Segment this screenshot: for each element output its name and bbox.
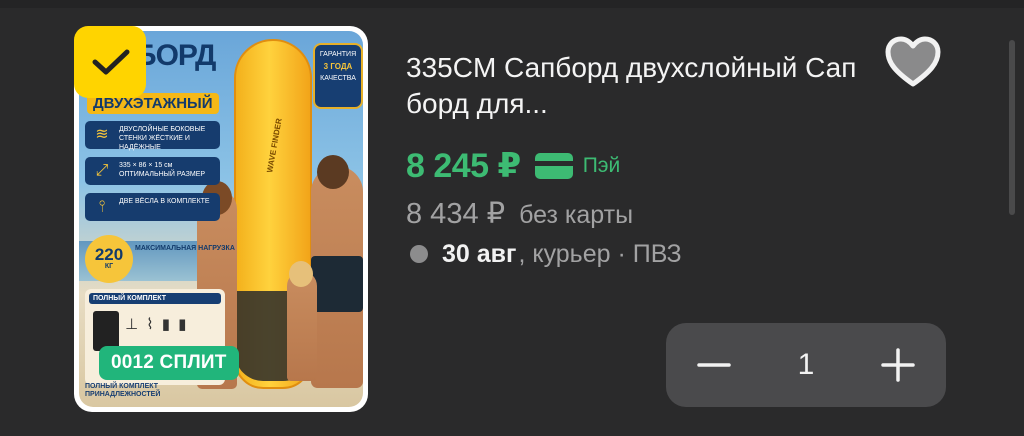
split-badge: 0012 СПЛИТ — [99, 346, 239, 380]
feature-walls: ≋ ДВУСЛОЙНЫЕ БОКОВЫЕ СТЕНКИ ЖЁСТКИЕ И НА… — [85, 121, 220, 151]
guarantee-badge: ГАРАНТИЯ 3 ГОДА КАЧЕСТВА — [313, 43, 363, 109]
weight-badge: 220 КГ — [85, 235, 133, 283]
weight-value: 220 — [94, 245, 124, 264]
plus-icon — [881, 348, 915, 382]
quantity-value: 1 — [797, 348, 815, 381]
child-figure — [287, 271, 317, 381]
select-checkbox[interactable] — [74, 26, 146, 98]
paddle-icon: ⫯ — [98, 198, 106, 215]
kit-footer: ПОЛНЫЙ КОМПЛЕКТ ПРИНАДЛЕЖНОСТЕЙ — [85, 383, 161, 399]
feature-size-text: 335 × 86 × 15 см ОПТИМАЛЬНЫЙ РАЗМЕР — [119, 162, 206, 178]
product-image[interactable]: WAVE FINDER БОРД ДВУХЭТАЖНЫЙ ГАРАНТИЯ 3 … — [74, 26, 368, 412]
product-name[interactable]: 335CM Сапборд двухслойный Сап борд для..… — [406, 50, 886, 122]
delivery-row: 30 авг , курьер · ПВЗ — [410, 238, 682, 270]
price-row: 8 245 ₽ Пэй — [406, 146, 620, 186]
delivery-date: 30 авг — [442, 239, 517, 268]
old-price-label: без карты — [519, 201, 634, 229]
accessories-icon: ⊥ ⌇ ▮ ▮ — [125, 316, 189, 333]
delivery-status-dot — [410, 245, 428, 263]
feature-size: ⤢ 335 × 86 × 15 см ОПТИМАЛЬНЫЙ РАЗМЕР — [85, 157, 220, 185]
pay-label: Пэй — [582, 154, 621, 177]
minus-icon — [697, 363, 731, 367]
old-price-row: 8 434 ₽ без карты — [406, 196, 633, 231]
image-title: БОРД — [135, 39, 216, 72]
price: 8 245 ₽ — [406, 147, 521, 185]
guarantee-value: 3 ГОДА — [323, 62, 353, 72]
guarantee-top: ГАРАНТИЯ — [319, 51, 357, 58]
man-shorts — [311, 256, 363, 312]
feature-paddles-text: ДВЕ ВЁСЛА В КОМПЛЕКТЕ — [119, 198, 210, 205]
weight-unit: КГ — [104, 263, 114, 270]
check-icon — [92, 49, 130, 75]
feature-walls-text: ДВУСЛОЙНЫЕ БОКОВЫЕ СТЕНКИ ЖЁСТКИЕ И НАДЁ… — [119, 126, 206, 151]
decrease-button[interactable] — [666, 323, 762, 407]
quantity-stepper[interactable]: 1 — [666, 323, 946, 407]
product-card[interactable]: WAVE FINDER БОРД ДВУХЭТАЖНЫЙ ГАРАНТИЯ 3 … — [0, 0, 1024, 436]
feature-paddles: ⫯ ДВЕ ВЁСЛА В КОМПЛЕКТЕ — [85, 193, 220, 221]
kit-title: ПОЛНЫЙ КОМПЛЕКТ — [89, 293, 221, 304]
delivery-methods: , курьер · ПВЗ — [518, 239, 682, 268]
increase-button[interactable] — [850, 323, 946, 407]
layers-icon: ≋ — [95, 126, 109, 143]
guarantee-bottom: КАЧЕСТВА — [320, 74, 356, 82]
weight-label: МАКСИМАЛЬНАЯ НАГРУЗКА — [135, 245, 235, 252]
top-divider — [0, 0, 1024, 8]
favorite-button[interactable] — [884, 36, 942, 88]
card-icon — [534, 153, 573, 179]
bag-icon — [93, 311, 119, 351]
heart-outline-icon — [885, 36, 941, 87]
man-head — [317, 155, 349, 189]
child-head — [289, 261, 313, 287]
old-price: 8 434 ₽ — [406, 198, 506, 230]
scrollbar[interactable] — [1009, 40, 1015, 215]
expand-icon: ⤢ — [95, 162, 109, 179]
